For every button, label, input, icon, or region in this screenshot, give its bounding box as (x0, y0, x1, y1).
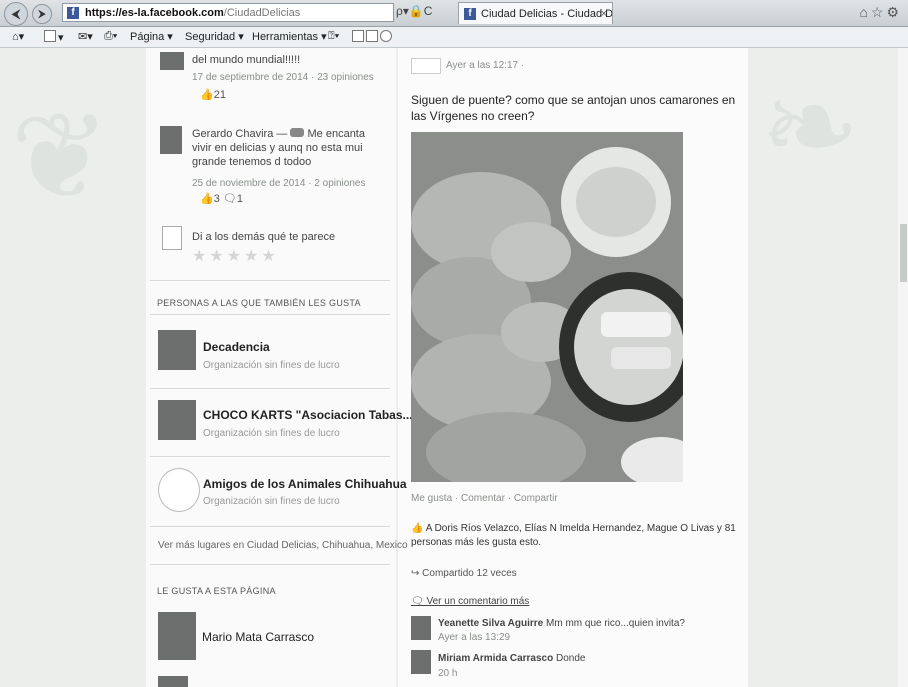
review1-text: del mundo mundial!!!!! (192, 54, 301, 66)
likers-summary[interactable]: 👍 A Doris Ríos Velazco, Elías N Imelda H… (411, 522, 746, 550)
place-category: Organización sin fines de lucro (203, 360, 340, 371)
tab-title: Ciudad Delicias - Ciudad D... (481, 8, 613, 20)
home-star-gear-icons[interactable]: ⌂☆⚙ (859, 4, 902, 21)
place-thumb-chocokarts[interactable] (158, 400, 196, 440)
url-path: /CiudadDelicias (223, 7, 301, 19)
page-scrollbar[interactable] (898, 48, 908, 687)
close-tab-icon[interactable]: × (601, 3, 607, 24)
divider (150, 388, 390, 389)
section-title-liked: PERSONAS A LAS QUE TAMBIÉN LES GUSTA (157, 298, 361, 308)
help-icon[interactable]: ⍰▾ (328, 30, 339, 43)
review1-avatar[interactable] (160, 52, 184, 70)
comment-text: Mm mm que rico...quien invita? (546, 618, 685, 629)
review1-likes[interactable]: 👍21 (200, 88, 226, 101)
print-icon[interactable]: ⎙▾ (104, 30, 117, 43)
thumbs-up-icon: 👍 (200, 193, 214, 205)
rating-stars[interactable]: ★★★★★ (192, 246, 279, 266)
mail-icon[interactable]: ✉▾ (78, 30, 93, 43)
scrollbar-thumb[interactable] (900, 224, 907, 282)
comment-text: Donde (556, 653, 586, 664)
post-actions[interactable]: Me gusta · Comentar · Compartir (411, 493, 558, 504)
divider (150, 526, 390, 527)
place-name[interactable]: Decadencia (203, 340, 270, 354)
comment: Yeanette Silva Aguirre Mm mm que rico...… (438, 617, 685, 631)
divider (150, 456, 390, 457)
post-page-avatar[interactable] (411, 58, 441, 74)
post-time[interactable]: Ayer a las 12:17 · (446, 60, 524, 71)
food-photo-drawing (411, 132, 683, 482)
section-title-page-likes: LE GUSTA A ESTA PÁGINA (157, 586, 276, 596)
share-count[interactable]: ↪ Compartido 12 veces (411, 568, 517, 579)
comment-author[interactable]: Miriam Armida Carrasco (438, 653, 553, 664)
review2-author[interactable]: Gerardo Chavira — (192, 128, 287, 140)
menu-seguridad[interactable]: Seguridad ▾ (185, 30, 244, 43)
view-more-comments-link[interactable]: 🗨 Ver un comentario más (411, 596, 529, 607)
address-tools[interactable]: ρ▾🔒C (396, 4, 432, 18)
thumbs-up-icon: 👍 (411, 523, 426, 534)
review2-reactions[interactable]: 👍3 🗨1 (200, 192, 243, 205)
see-more-places-link[interactable]: Ver más lugares en Ciudad Delicias, Chih… (158, 540, 408, 551)
post-text: Siguen de puente? como que se antojan un… (411, 93, 736, 123)
thumbs-up-icon: 👍 (200, 89, 214, 101)
review1-meta: 17 de septiembre de 2014 · 23 opiniones (192, 72, 374, 83)
browser-tab[interactable]: f Ciudad Delicias - Ciudad D... × (458, 2, 613, 24)
menu-herramientas[interactable]: Herramientas ▾ (252, 30, 327, 43)
menu-pagina[interactable]: Página ▾ (130, 30, 173, 43)
research-icon[interactable] (352, 30, 394, 44)
review2-badge-icon (290, 128, 305, 137)
divider (150, 564, 390, 565)
place-name[interactable]: Amigos de los Animales Chihuahua (203, 477, 407, 491)
background-flourish-right: ❧ (760, 58, 861, 197)
next-avatar[interactable] (158, 676, 188, 687)
comment-avatar[interactable] (411, 650, 431, 674)
comment: Miriam Armida Carrasco Donde (438, 652, 585, 666)
place-name[interactable]: CHOCO KARTS "Asociacion Tabas... (203, 408, 413, 422)
address-input[interactable]: f https://es-la.facebook.com/CiudadDelic… (62, 3, 394, 22)
place-thumb-amigos[interactable] (158, 468, 200, 512)
review-prompt: Di a los demás qué te parece (192, 231, 336, 243)
browser-address-bar: ⮜ ⮞ f https://es-la.facebook.com/CiudadD… (0, 0, 908, 27)
divider (150, 280, 390, 281)
place-thumb-decadencia[interactable] (158, 330, 196, 370)
place-category: Organización sin fines de lucro (203, 428, 340, 439)
comment-icon: 🗨 (222, 193, 237, 205)
comment-icon: 🗨 (411, 596, 427, 607)
shrimp-food-photo[interactable] (411, 132, 683, 482)
review2-meta: 25 de noviembre de 2014 · 2 opiniones (192, 178, 366, 189)
comment-time[interactable]: Ayer a las 13:29 (438, 632, 510, 643)
facebook-favicon-icon: f (67, 7, 79, 19)
place-category: Organización sin fines de lucro (203, 496, 340, 507)
comment-time[interactable]: 20 h (438, 668, 457, 679)
review2-avatar[interactable] (160, 126, 182, 154)
divider (150, 314, 390, 315)
back-button[interactable]: ⮜ (4, 2, 28, 26)
share-icon: ↪ (411, 568, 423, 579)
liked-person-name[interactable]: Mario Mata Carrasco (202, 630, 314, 644)
comment-author[interactable]: Yeanette Silva Aguirre (438, 618, 543, 629)
user-avatar (162, 226, 182, 250)
feeds-icon[interactable]: ▾ (44, 30, 64, 44)
background-flourish: ❦ (10, 88, 111, 227)
comment-avatar[interactable] (411, 616, 431, 640)
liked-person-avatar[interactable] (158, 612, 196, 660)
home-icon[interactable]: ⌂▾ (12, 30, 24, 43)
command-bar: ⌂▾ ▾ ✉▾ ⎙▾ Página ▾ Seguridad ▾ Herramie… (0, 27, 908, 48)
forward-button[interactable]: ⮞ (32, 4, 52, 24)
review2-body: Gerardo Chavira — Me encanta vivir en de… (192, 127, 382, 169)
url-host: https://es-la.facebook.com (85, 7, 224, 19)
tab-favicon-icon: f (464, 8, 476, 20)
